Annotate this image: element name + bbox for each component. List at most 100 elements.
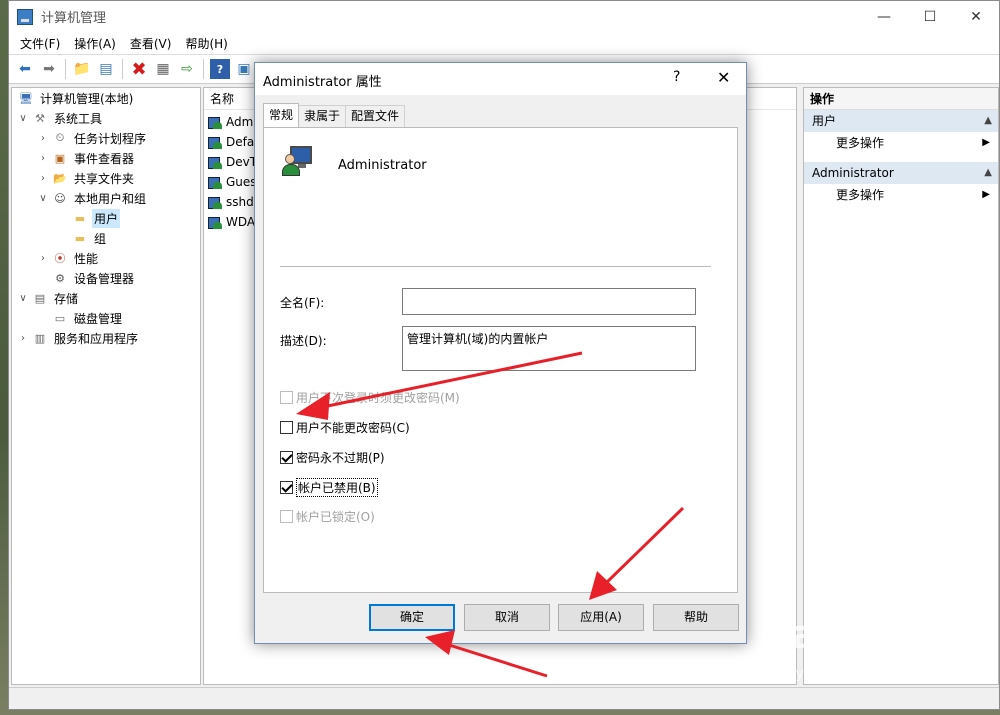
baidu-watermark-url: jingyan.baidu.com bbox=[770, 666, 900, 682]
help-icon[interactable]: ? bbox=[210, 59, 230, 79]
services-icon: ▥ bbox=[34, 331, 46, 345]
collapse-chevron-icon[interactable]: ∨ bbox=[16, 113, 30, 124]
password-never-expires-checkbox[interactable]: 密码永不过期(P) bbox=[280, 449, 385, 466]
tab-general[interactable]: 常规 bbox=[263, 103, 300, 127]
event-log-icon: ▣ bbox=[54, 151, 66, 165]
minimize-button[interactable]: — bbox=[861, 1, 907, 32]
dialog-tabs: 常规 隶属于 配置文件 bbox=[263, 103, 406, 127]
user-icon bbox=[208, 174, 224, 190]
delete-icon[interactable]: ✖ bbox=[129, 59, 149, 80]
list-item[interactable]: Gues bbox=[208, 172, 257, 192]
shared-folder-icon: 📂 bbox=[53, 171, 67, 185]
tab-profile[interactable]: 配置文件 bbox=[345, 105, 406, 127]
must-change-password-checkbox[interactable]: 用户下次登录时须更改密码(M) bbox=[280, 389, 460, 406]
collapse-chevron-icon[interactable]: ∨ bbox=[16, 293, 30, 304]
navigation-tree: 🖥 计算机管理(本地) ∨ ⚒ 系统工具 › ⏲ 任务计划程序 › ▣ 事件查看… bbox=[11, 87, 201, 685]
separator bbox=[280, 266, 711, 267]
fullname-field[interactable] bbox=[402, 288, 696, 315]
tree-item-task-scheduler[interactable]: › ⏲ 任务计划程序 bbox=[36, 128, 148, 148]
collapse-triangle-icon: ▲ bbox=[984, 115, 992, 126]
list-item[interactable]: sshd bbox=[208, 192, 254, 212]
dialog-title-bar[interactable]: Administrator 属性 ? ✕ bbox=[255, 63, 746, 95]
tab-member-of[interactable]: 隶属于 bbox=[298, 105, 347, 127]
expand-chevron-icon[interactable]: › bbox=[36, 133, 50, 144]
tree-item-services-apps[interactable]: › ▥ 服务和应用程序 bbox=[16, 328, 140, 348]
tree-item-groups[interactable]: ▬ 组 bbox=[56, 228, 108, 248]
collapse-triangle-icon: ▲ bbox=[984, 167, 992, 178]
collapse-chevron-icon[interactable]: ∨ bbox=[36, 193, 50, 204]
disk-icon: ▭ bbox=[54, 311, 66, 325]
users-group-icon: ☺ bbox=[54, 191, 66, 205]
user-icon bbox=[208, 194, 224, 210]
list-item[interactable]: Admi bbox=[208, 112, 257, 132]
actions-section-users[interactable]: 用户 ▲ bbox=[804, 110, 998, 132]
tree-item-system-tools[interactable]: ∨ ⚒ 系统工具 bbox=[16, 108, 104, 128]
apply-button[interactable]: 应用(A) bbox=[558, 604, 644, 631]
description-field[interactable]: 管理计算机(域)的内置帐户 bbox=[402, 326, 696, 371]
export-icon[interactable]: ⇨ bbox=[177, 59, 197, 79]
clock-icon: ⏲ bbox=[55, 131, 65, 144]
properties-icon[interactable]: ▦ bbox=[153, 59, 173, 79]
list-item[interactable]: Defa bbox=[208, 132, 254, 152]
storage-icon: ▤ bbox=[34, 291, 46, 305]
menu-help[interactable]: 帮助(H) bbox=[178, 35, 234, 52]
cancel-button[interactable]: 取消 bbox=[464, 604, 550, 631]
actions-section-administrator[interactable]: Administrator ▲ bbox=[804, 162, 998, 184]
title-bar[interactable]: 计算机管理 — ☐ ✕ bbox=[9, 1, 999, 32]
folder-icon: ▬ bbox=[74, 211, 86, 225]
up-folder-icon[interactable]: 📁 bbox=[72, 59, 92, 79]
menu-bar: 文件(F) 操作(A) 查看(V) 帮助(H) bbox=[9, 32, 999, 54]
computer-management-icon bbox=[17, 8, 33, 25]
tree-item-users[interactable]: ▬ 用户 bbox=[56, 208, 121, 228]
help-question-button[interactable]: ? bbox=[673, 69, 680, 85]
computer-icon: 🖥 bbox=[19, 91, 33, 105]
show-hide-tree-icon[interactable]: ▤ bbox=[96, 59, 116, 79]
back-arrow-icon[interactable]: ⬅ bbox=[15, 59, 35, 79]
actions-pane: 操作 用户 ▲ 更多操作 ▶ Administrator ▲ 更多操作 ▶ bbox=[803, 87, 999, 685]
menu-view[interactable]: 查看(V) bbox=[123, 35, 179, 52]
help-button[interactable]: 帮助 bbox=[653, 604, 739, 631]
menu-action[interactable]: 操作(A) bbox=[67, 35, 123, 52]
tree-item-device-manager[interactable]: ⚙ 设备管理器 bbox=[36, 268, 136, 288]
user-icon bbox=[208, 114, 224, 130]
list-item[interactable]: WDA bbox=[208, 212, 255, 232]
maximize-button[interactable]: ☐ bbox=[907, 1, 953, 32]
cannot-change-password-checkbox[interactable]: 用户不能更改密码(C) bbox=[280, 419, 410, 436]
tree-item-shared-folders[interactable]: › 📂 共享文件夹 bbox=[36, 168, 136, 188]
ok-button[interactable]: 确定 bbox=[369, 604, 455, 631]
account-locked-checkbox[interactable]: 帐户已锁定(O) bbox=[280, 508, 375, 525]
show-action-pane-icon[interactable]: ▣ bbox=[234, 59, 254, 79]
administrator-properties-dialog: Administrator 属性 ? ✕ 常规 隶属于 配置文件 Adminis… bbox=[254, 62, 747, 644]
fullname-label: 全名(F): bbox=[280, 296, 325, 310]
folder-icon: ▬ bbox=[74, 231, 86, 245]
close-button[interactable]: ✕ bbox=[953, 1, 999, 32]
user-account-icon bbox=[282, 144, 314, 176]
account-disabled-checkbox[interactable]: 帐户已禁用(B) bbox=[280, 478, 378, 497]
tree-item-storage[interactable]: ∨ ▤ 存储 bbox=[16, 288, 80, 308]
expand-chevron-icon[interactable]: › bbox=[36, 153, 50, 164]
dialog-title: Administrator 属性 bbox=[263, 75, 382, 90]
tree-item-event-viewer[interactable]: › ▣ 事件查看器 bbox=[36, 148, 136, 168]
dialog-close-button[interactable]: ✕ bbox=[717, 68, 730, 87]
more-actions-users[interactable]: 更多操作 ▶ bbox=[804, 132, 998, 154]
username-label: Administrator bbox=[338, 158, 427, 173]
submenu-arrow-icon: ▶ bbox=[982, 137, 990, 148]
device-manager-icon: ⚙ bbox=[55, 271, 65, 285]
tree-item-performance[interactable]: › ⦿ 性能 bbox=[36, 248, 100, 268]
baidu-watermark: Bai du 经验 bbox=[760, 612, 997, 658]
expand-chevron-icon[interactable]: › bbox=[16, 333, 30, 344]
menu-file[interactable]: 文件(F) bbox=[13, 35, 67, 52]
status-bar bbox=[9, 687, 999, 709]
user-icon bbox=[208, 154, 224, 170]
forward-arrow-icon[interactable]: ➡ bbox=[39, 59, 59, 79]
expand-chevron-icon[interactable]: › bbox=[36, 173, 50, 184]
tree-item-local-users-groups[interactable]: ∨ ☺ 本地用户和组 bbox=[36, 188, 148, 208]
actions-header: 操作 bbox=[804, 88, 998, 110]
tree-item-disk-management[interactable]: ▭ 磁盘管理 bbox=[36, 308, 124, 328]
expand-chevron-icon[interactable]: › bbox=[36, 253, 50, 264]
window-title: 计算机管理 bbox=[41, 11, 107, 26]
more-actions-administrator[interactable]: 更多操作 ▶ bbox=[804, 184, 998, 206]
tree-item-root[interactable]: 🖥 计算机管理(本地) bbox=[16, 88, 135, 108]
user-icon bbox=[208, 214, 224, 230]
list-item[interactable]: DevT bbox=[208, 152, 257, 172]
